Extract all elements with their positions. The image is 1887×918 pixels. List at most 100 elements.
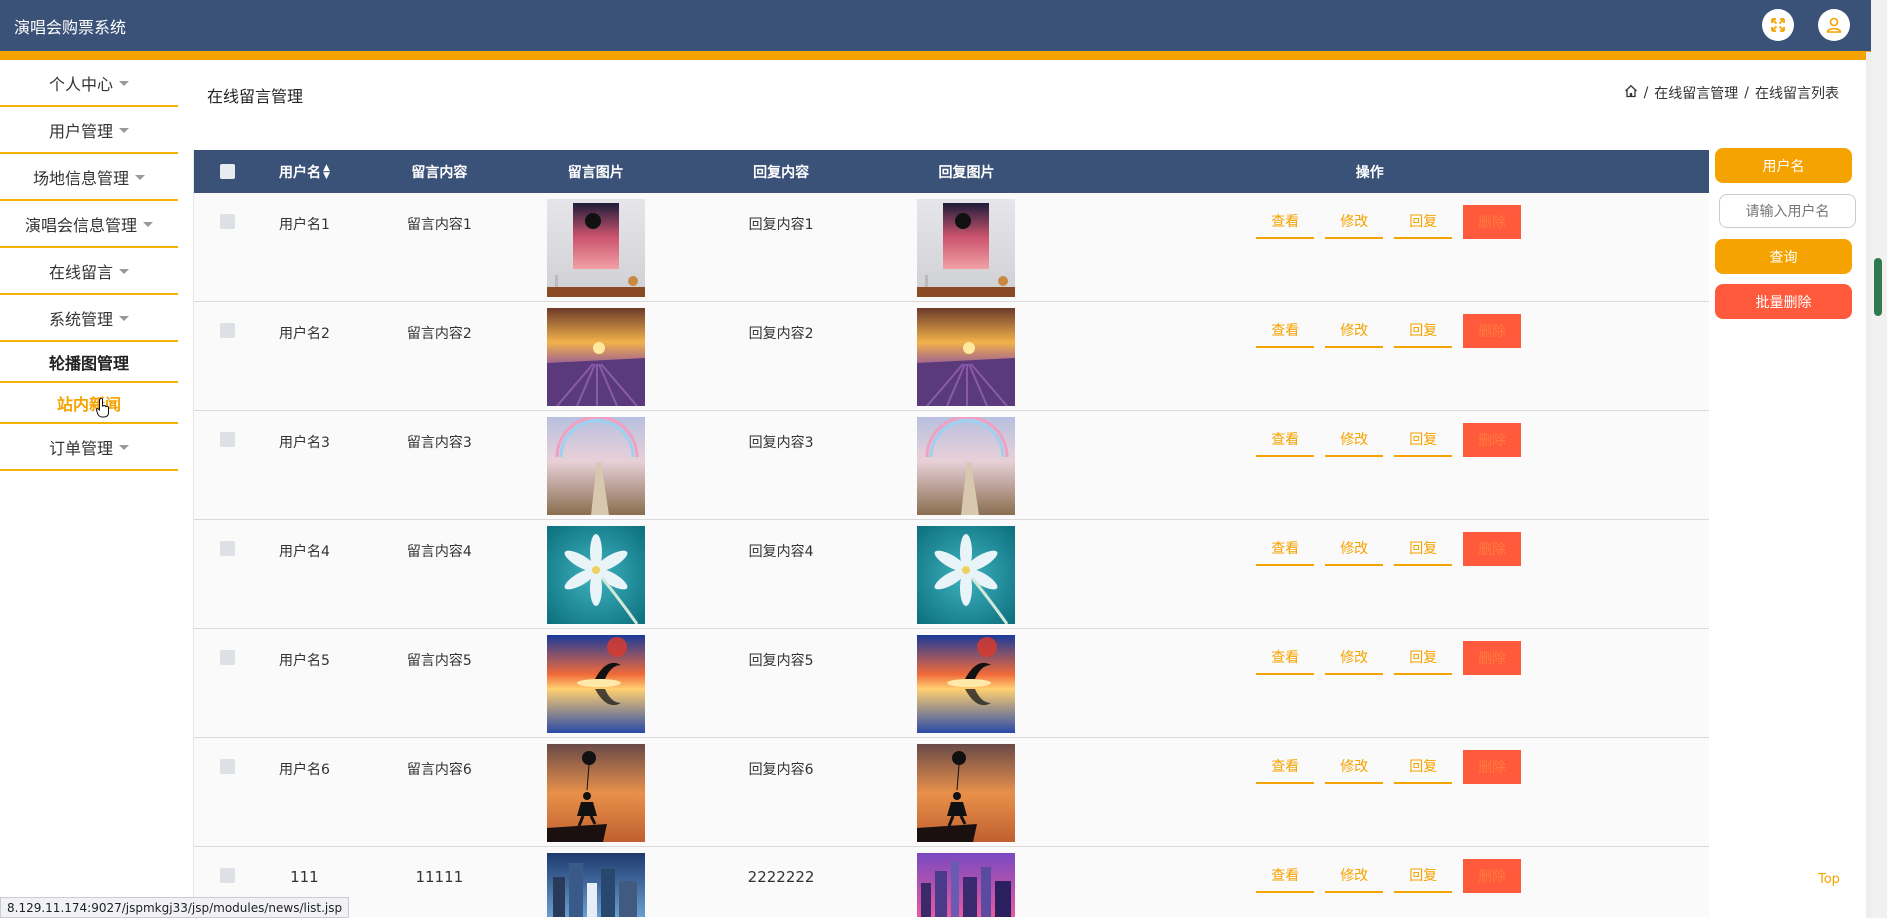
edit-button[interactable]: 修改 bbox=[1325, 859, 1384, 893]
row-checkbox-cell bbox=[194, 629, 262, 737]
batch-delete-button[interactable]: 批量删除 bbox=[1715, 284, 1852, 319]
reply-button[interactable]: 回复 bbox=[1394, 314, 1453, 348]
reply-image[interactable] bbox=[917, 853, 1016, 917]
edit-button[interactable]: 修改 bbox=[1325, 314, 1384, 348]
reply-image[interactable] bbox=[917, 417, 1016, 515]
reply-button[interactable]: 回复 bbox=[1394, 205, 1453, 239]
view-button[interactable]: 查看 bbox=[1256, 641, 1315, 675]
reply-image[interactable] bbox=[917, 526, 1016, 624]
view-button[interactable]: 查看 bbox=[1256, 532, 1315, 566]
message-image-cell bbox=[532, 520, 660, 628]
reply-image-cell bbox=[903, 193, 1031, 301]
reply-image-cell bbox=[903, 847, 1031, 917]
sidebar-item-label: 个人中心 bbox=[48, 74, 113, 94]
row-checkbox[interactable] bbox=[220, 868, 236, 883]
message-cell: 留言内容4 bbox=[406, 544, 472, 560]
message-image[interactable] bbox=[546, 526, 645, 624]
sidebar-item-site-news[interactable]: 站内新闻 bbox=[0, 383, 178, 424]
sidebar-item-concert-management[interactable]: 演唱会信息管理 bbox=[0, 201, 178, 248]
query-button[interactable]: 查询 bbox=[1715, 239, 1852, 274]
header-user-label: 用户名 bbox=[278, 164, 321, 181]
reply-image[interactable] bbox=[917, 635, 1016, 733]
edit-button[interactable]: 修改 bbox=[1325, 641, 1384, 675]
status-bar-url: 8.129.11.174:9027/jspmkgj33/jsp/modules/… bbox=[0, 897, 350, 918]
reply-button[interactable]: 回复 bbox=[1394, 859, 1453, 893]
select-all-checkbox[interactable] bbox=[220, 164, 236, 179]
row-checkbox-cell bbox=[194, 193, 262, 301]
user-icon[interactable] bbox=[1818, 9, 1850, 41]
reply-button[interactable]: 回复 bbox=[1394, 423, 1453, 457]
table-row: 用户名1 留言内容1 回复内容1 查看 修改 回复 删除 bbox=[194, 193, 1709, 302]
user-cell: 用户名2 bbox=[278, 326, 330, 342]
reply-image[interactable] bbox=[917, 308, 1016, 406]
delete-button[interactable]: 删除 bbox=[1463, 205, 1522, 239]
delete-button[interactable]: 删除 bbox=[1463, 532, 1522, 566]
sidebar-item-order-management[interactable]: 订单管理 bbox=[0, 424, 178, 471]
operations-cell: 查看 修改 回复 删除 bbox=[1030, 847, 1709, 917]
edit-button[interactable]: 修改 bbox=[1325, 423, 1384, 457]
reply-button[interactable]: 回复 bbox=[1394, 532, 1453, 566]
reply-image[interactable] bbox=[917, 199, 1016, 297]
top-bar: 演唱会购票系统 bbox=[0, 0, 1871, 52]
view-button[interactable]: 查看 bbox=[1256, 314, 1315, 348]
sidebar-item-personal-center[interactable]: 个人中心 bbox=[0, 60, 178, 107]
edit-button[interactable]: 修改 bbox=[1325, 532, 1384, 566]
sidebar-item-carousel-management[interactable]: 轮播图管理 bbox=[0, 342, 178, 383]
message-image[interactable] bbox=[546, 635, 645, 733]
sidebar-item-label: 在线留言 bbox=[48, 262, 113, 282]
header-operations: 操作 bbox=[1355, 164, 1384, 181]
delete-button[interactable]: 删除 bbox=[1463, 641, 1522, 675]
sidebar-item-system-management[interactable]: 系统管理 bbox=[0, 295, 178, 342]
operations-cell: 查看 修改 回复 删除 bbox=[1030, 520, 1709, 628]
message-cell: 留言内容1 bbox=[406, 217, 472, 233]
row-checkbox[interactable] bbox=[220, 759, 236, 774]
message-image[interactable] bbox=[546, 744, 645, 842]
scrollbar-thumb[interactable] bbox=[1874, 258, 1882, 316]
view-button[interactable]: 查看 bbox=[1256, 205, 1315, 239]
delete-button[interactable]: 删除 bbox=[1463, 423, 1522, 457]
edit-button[interactable]: 修改 bbox=[1325, 205, 1384, 239]
reply-button[interactable]: 回复 bbox=[1394, 750, 1453, 784]
delete-button[interactable]: 删除 bbox=[1463, 314, 1522, 348]
username-search-input[interactable]: 请输入用户名 bbox=[1719, 194, 1856, 228]
delete-button[interactable]: 删除 bbox=[1463, 750, 1522, 784]
message-image[interactable] bbox=[546, 853, 645, 917]
sort-icon[interactable]: ▲ ▼ bbox=[323, 163, 330, 180]
sidebar-item-label: 轮播图管理 bbox=[48, 353, 129, 373]
delete-button[interactable]: 删除 bbox=[1463, 859, 1522, 893]
message-image[interactable] bbox=[546, 199, 645, 297]
back-to-top-link[interactable]: Top bbox=[1818, 872, 1840, 887]
reply-image[interactable] bbox=[917, 744, 1016, 842]
breadcrumb-level1[interactable]: 在线留言管理 bbox=[1654, 83, 1738, 103]
view-button[interactable]: 查看 bbox=[1256, 423, 1315, 457]
sidebar-item-label: 用户管理 bbox=[48, 121, 113, 141]
row-checkbox[interactable] bbox=[220, 541, 236, 556]
table-row: 用户名5 留言内容5 回复内容5 查看 修改 回复 删除 bbox=[194, 629, 1709, 738]
user-cell: 用户名4 bbox=[278, 544, 330, 560]
row-checkbox[interactable] bbox=[220, 432, 236, 447]
expand-icon[interactable] bbox=[1762, 9, 1794, 41]
row-checkbox-cell bbox=[194, 520, 262, 628]
view-button[interactable]: 查看 bbox=[1256, 859, 1315, 893]
reply-cell: 回复内容1 bbox=[748, 217, 814, 233]
reply-button[interactable]: 回复 bbox=[1394, 641, 1453, 675]
row-checkbox[interactable] bbox=[220, 650, 236, 665]
header-message: 留言内容 bbox=[411, 164, 468, 181]
scrollbar[interactable] bbox=[1871, 0, 1887, 918]
message-image[interactable] bbox=[546, 417, 645, 515]
user-cell: 用户名3 bbox=[278, 435, 330, 451]
row-checkbox[interactable] bbox=[220, 323, 236, 338]
view-button[interactable]: 查看 bbox=[1256, 750, 1315, 784]
sidebar-item-user-management[interactable]: 用户管理 bbox=[0, 107, 178, 154]
row-checkbox[interactable] bbox=[220, 214, 236, 229]
user-cell: 用户名6 bbox=[278, 762, 330, 778]
breadcrumb-separator: / bbox=[1744, 85, 1749, 101]
edit-button[interactable]: 修改 bbox=[1325, 750, 1384, 784]
sidebar-item-venue-management[interactable]: 场地信息管理 bbox=[0, 154, 178, 201]
header-user[interactable]: 用户名 ▲ ▼ bbox=[262, 162, 347, 182]
row-checkbox-cell bbox=[194, 302, 262, 410]
sidebar-item-label: 场地信息管理 bbox=[32, 168, 129, 188]
home-icon[interactable] bbox=[1624, 84, 1638, 102]
message-image[interactable] bbox=[546, 308, 645, 406]
sidebar-item-online-message[interactable]: 在线留言 bbox=[0, 248, 178, 295]
